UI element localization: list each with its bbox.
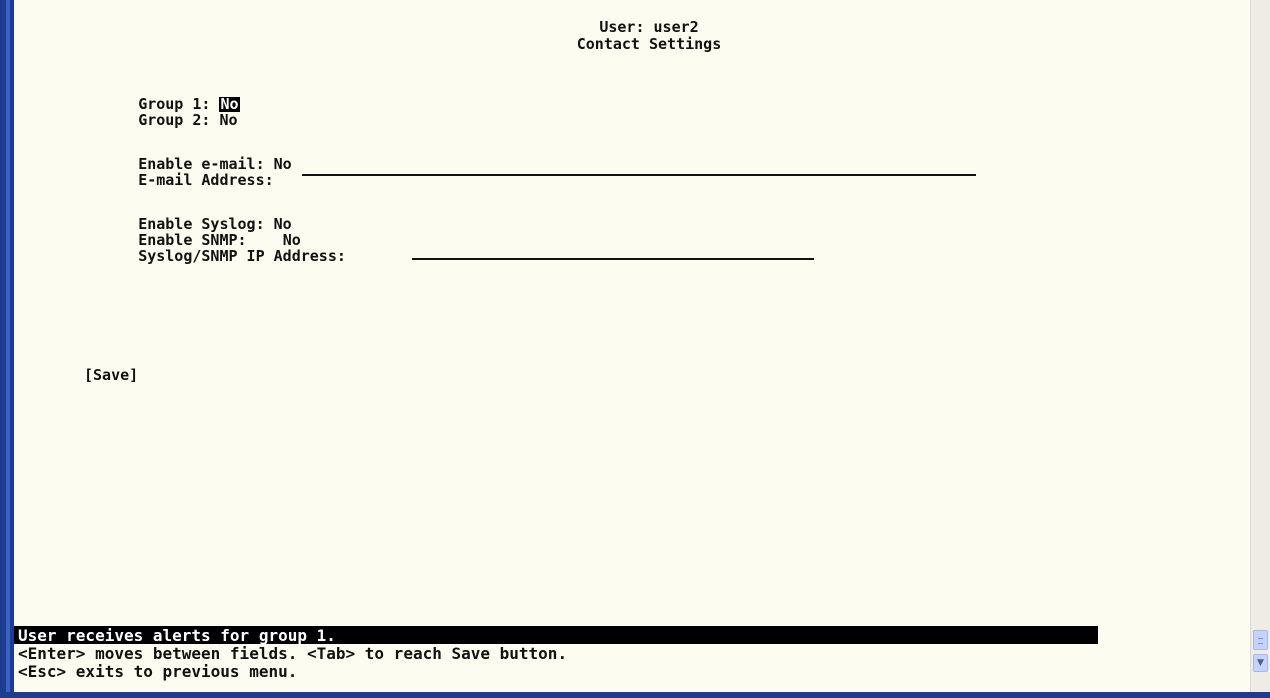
syslog-ip-input[interactable]	[412, 246, 814, 260]
email-address-label: E-mail Address:	[138, 171, 283, 189]
help-text-exit: <Esc> exits to previous menu.	[18, 662, 298, 681]
group2-row: Group 2: No	[84, 98, 237, 143]
terminal-window: User: user2 Contact Settings Group 1: No…	[0, 0, 1270, 698]
status-bar: User receives alerts for group 1.	[14, 626, 1098, 644]
group2-field[interactable]: No	[219, 113, 237, 128]
save-button[interactable]: [Save]	[84, 368, 138, 383]
email-address-row: E-mail Address:	[84, 158, 283, 203]
status-message: User receives alerts for group 1.	[18, 626, 336, 645]
window-frame-bottom	[0, 692, 1270, 698]
grip-icon[interactable]	[1253, 630, 1268, 650]
help-text-navigation: <Enter> moves between fields. <Tab> to r…	[18, 644, 568, 663]
syslog-ip-label: Syslog/SNMP IP Address:	[138, 247, 355, 265]
chevron-down-icon[interactable]: ▼	[1253, 654, 1268, 672]
syslog-ip-row: Syslog/SNMP IP Address:	[84, 234, 355, 279]
page-title: Contact Settings	[576, 35, 722, 53]
window-frame-left	[0, 0, 14, 698]
vertical-scrollbar[interactable]: ▼	[1250, 0, 1270, 692]
terminal-screen: User: user2 Contact Settings Group 1: No…	[14, 0, 1250, 692]
group2-label: Group 2:	[138, 111, 220, 129]
user-heading: User: user2	[599, 18, 699, 36]
email-address-input[interactable]	[302, 162, 976, 176]
